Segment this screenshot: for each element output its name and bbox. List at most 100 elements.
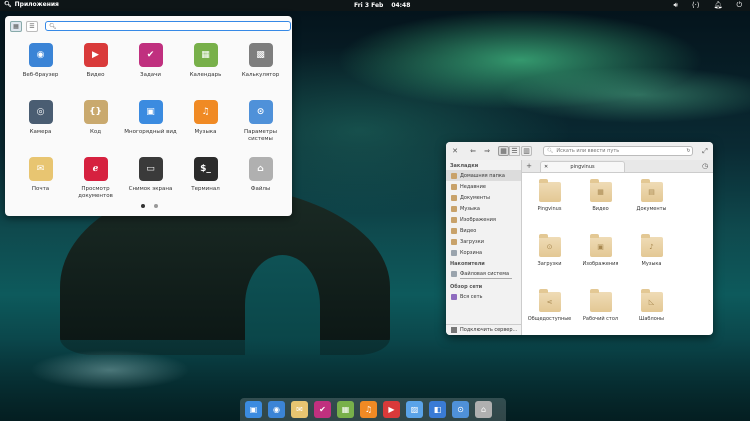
mail-icon: ✉ (28, 157, 53, 181)
server-icon (451, 327, 457, 333)
sidebar-item-label: Домашняя папка (460, 172, 505, 179)
tab-bar: + ✕ pingvinus ◷ (522, 160, 713, 173)
app-launcher[interactable]: ✉ Почта (13, 154, 68, 211)
sidebar-item[interactable]: Вся сеть (446, 291, 521, 302)
power-icon[interactable]: ⏻ (736, 1, 742, 10)
music-icon[interactable]: ♫ (360, 401, 377, 418)
folder-item[interactable]: Рабочий стол (575, 284, 626, 335)
videos-icon[interactable]: ▶ (383, 401, 400, 418)
mail-icon[interactable]: ✉ (291, 401, 308, 418)
app-launcher[interactable]: ♫ Музыка (178, 97, 233, 154)
system-settings-icon[interactable]: ⊙ (452, 401, 469, 418)
folder-label: Pingvinus (537, 206, 562, 212)
app-search-input[interactable] (56, 22, 280, 30)
downloads-icon (451, 238, 457, 245)
web-browser-icon: ◉ (28, 43, 53, 67)
grid-view-icon[interactable]: ▦ (10, 21, 22, 32)
folder-icon: ◺ (640, 289, 663, 312)
path-bar[interactable]: 🔍︎ ↻ (543, 146, 693, 156)
date-time-indicator[interactable]: Fri 3 Feb 04:48 (354, 2, 410, 9)
calculator-icon: ▩ (248, 43, 273, 67)
system-indicators: 🔊︎ ⟨·⟩ 🔔︎ ⏻ (673, 1, 742, 10)
folder-icon: ▦ (589, 179, 612, 202)
web-browser-icon[interactable]: ◉ (268, 401, 285, 418)
multitasking-view-icon[interactable]: ▣ (245, 401, 262, 418)
files-icon[interactable]: ⌂ (475, 401, 492, 418)
folder-item[interactable]: ⊙ Загрузки (524, 229, 575, 284)
close-icon[interactable]: ✕ (451, 146, 459, 156)
sidebar-item[interactable]: Документы (446, 192, 521, 203)
app-search-field[interactable]: 🔍︎ (45, 21, 291, 31)
app-launcher[interactable]: $_ Терминал (178, 154, 233, 211)
folder-item[interactable]: ▣ Изображения (575, 229, 626, 284)
icon-view-icon[interactable]: ▦ (498, 146, 509, 156)
tab-pingvinus[interactable]: ✕ pingvinus (540, 161, 625, 172)
page-dot-2[interactable] (154, 204, 158, 208)
sidebar-item[interactable]: Недавние (446, 181, 521, 192)
sidebar-item[interactable]: Изображения (446, 214, 521, 225)
connect-server-label: Подключить сервер... (460, 327, 518, 333)
videos-icon: ▶ (83, 43, 108, 67)
sidebar-item[interactable]: Музыка (446, 203, 521, 214)
app-launcher[interactable]: ▩ Калькулятор (233, 40, 288, 97)
column-view-icon[interactable]: ▥ (521, 146, 532, 156)
photos-icon[interactable]: ▨ (406, 401, 423, 418)
folder-item[interactable]: ⋖ Общедоступные (524, 284, 575, 335)
tasks-icon[interactable]: ✔ (314, 401, 331, 418)
app-launcher[interactable]: ✔ Задачи (123, 40, 178, 97)
app-launcher[interactable]: ⌂ Файлы (233, 154, 288, 211)
app-launcher[interactable]: ▶ Видео (68, 40, 123, 97)
app-launcher[interactable]: ◎ Камера (13, 97, 68, 154)
app-launcher[interactable]: ◉ Веб-браузер (13, 40, 68, 97)
app-launcher[interactable]: ▭ Снимок экрана (123, 154, 178, 211)
recent-icon (451, 183, 457, 190)
folder-label: Изображения (582, 261, 619, 267)
date-label: Fri 3 Feb (354, 2, 384, 9)
folder-item[interactable]: Pingvinus (524, 174, 575, 229)
folder-label: Видео (592, 206, 609, 212)
dock: ▣ ◉ ✉ ✔ ▦ ♫ ▶ ▨ ◧ ⊙ ⌂ (240, 398, 506, 421)
sidebar-section-title: Накопители (450, 261, 485, 267)
sea-foam (30, 350, 190, 390)
app-launcher[interactable]: ⊙ Параметры системы (233, 97, 288, 154)
sidebar-item[interactable]: Видео (446, 225, 521, 236)
search-icon: 🔍︎ (4, 1, 12, 8)
connect-server-button[interactable]: Подключить сервер... (446, 324, 521, 335)
sidebar-item[interactable]: Домашняя папка (446, 170, 521, 181)
volume-icon[interactable]: 🔊︎ (673, 1, 677, 10)
sidebar-item[interactable]: Загрузки (446, 236, 521, 247)
sidebar-section-title: Закладки (450, 163, 479, 169)
applications-menu-button[interactable]: 🔍︎ Приложения (4, 1, 59, 8)
sidebar-item[interactable]: Корзина (446, 247, 521, 258)
app-launcher[interactable]: ▣ Многорядный вид (123, 97, 178, 154)
app-launcher[interactable]: ▦ Календарь (178, 40, 233, 97)
forward-icon[interactable]: ⇒ (482, 146, 492, 156)
back-icon[interactable]: ⇐ (468, 146, 478, 156)
list-view-icon[interactable]: ☰ (509, 146, 520, 156)
app-label: Календарь (189, 72, 222, 78)
folder-item[interactable]: ♪ Музыка (626, 229, 677, 284)
folder-icon: ⊙ (538, 234, 561, 257)
files-icon: ⌂ (248, 157, 273, 181)
folder-item[interactable]: ▤ Документы (626, 174, 677, 229)
folder-item[interactable]: ▦ Видео (575, 174, 626, 229)
app-launcher[interactable]: ℯ Просмотр документов (68, 154, 123, 211)
folder-item[interactable]: ◺ Шаблоны (626, 284, 677, 335)
sidebar-section-title: Обзор сети (450, 284, 483, 290)
category-view-icon[interactable]: ☰ (26, 21, 38, 32)
calendar-icon[interactable]: ▦ (337, 401, 354, 418)
applications-label: Приложения (14, 1, 59, 8)
sidebar-item-label: Корзина (460, 249, 483, 256)
app-center-icon[interactable]: ◧ (429, 401, 446, 418)
network-icon[interactable]: ⟨·⟩ (692, 1, 700, 10)
path-input[interactable] (553, 148, 687, 154)
page-dot-1[interactable] (141, 204, 145, 208)
app-label: Задачи (140, 72, 161, 78)
tab-history-icon[interactable]: ◷ (701, 161, 709, 171)
maximize-icon[interactable]: ⤢ (701, 146, 709, 156)
refresh-icon[interactable]: ↻ (686, 148, 690, 154)
close-tab-icon[interactable]: ✕ (544, 164, 548, 170)
new-tab-icon[interactable]: + (526, 161, 532, 171)
app-launcher[interactable]: {} Код (68, 97, 123, 154)
notifications-icon[interactable]: 🔔︎ (714, 1, 723, 10)
